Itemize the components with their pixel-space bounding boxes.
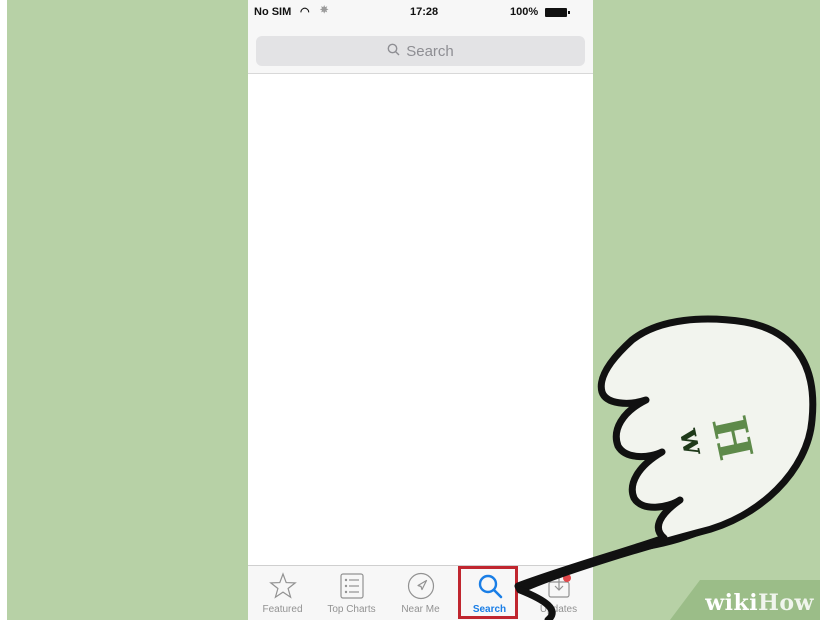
- tab-label: Featured: [262, 604, 303, 615]
- search-icon: [387, 43, 400, 59]
- carrier-label: No SIM: [254, 6, 292, 18]
- watermark-part2: How: [758, 590, 814, 616]
- wifi-icon: ◠: [300, 6, 310, 18]
- highlight-box: [458, 566, 518, 619]
- wikihow-watermark: wikiHow: [705, 590, 814, 616]
- tab-search[interactable]: Search: [455, 566, 524, 620]
- status-bar: No SIM ◠ ✵ 17:28 100%: [248, 0, 593, 26]
- tab-updates[interactable]: Updates: [524, 566, 593, 620]
- search-placeholder: Search: [406, 42, 454, 60]
- search-input[interactable]: Search: [256, 36, 585, 66]
- search-results-area: [248, 75, 593, 565]
- watermark-part1: wiki: [705, 590, 759, 616]
- location-arrow-icon: [407, 572, 435, 600]
- updates-icon: [546, 572, 572, 600]
- battery-percent: 100%: [510, 6, 539, 18]
- battery-icon: [545, 8, 570, 17]
- star-icon: [268, 572, 297, 600]
- list-icon: [339, 572, 364, 600]
- activity-icon: ✵: [320, 5, 329, 16]
- tab-bar: Featured Top Charts Near Me Search Updat…: [248, 565, 593, 620]
- tab-label: Near Me: [401, 604, 440, 615]
- clock: 17:28: [410, 6, 439, 18]
- search-header: Search: [248, 26, 593, 74]
- tab-top-charts[interactable]: Top Charts: [317, 566, 386, 620]
- tab-label: Updates: [539, 604, 578, 615]
- tab-featured[interactable]: Featured: [248, 566, 317, 620]
- tab-near-me[interactable]: Near Me: [386, 566, 455, 620]
- phone-screen: No SIM ◠ ✵ 17:28 100% Search Featured To…: [248, 0, 593, 620]
- tab-label: Top Charts: [327, 604, 376, 615]
